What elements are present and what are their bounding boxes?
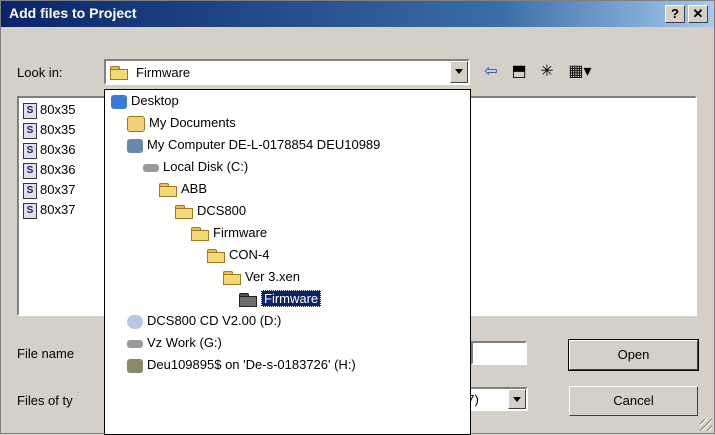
title-bar: Add files to Project ? ✕	[1, 1, 714, 27]
files-of-type-label: Files of ty	[17, 393, 73, 408]
file-name-field[interactable]	[471, 341, 527, 365]
resize-grip[interactable]	[700, 419, 712, 431]
chevron-down-icon[interactable]	[450, 61, 468, 83]
disk-icon	[143, 163, 159, 172]
file-icon: S	[23, 102, 37, 119]
file-icon: S	[23, 142, 37, 159]
list-item[interactable]: S 80x35	[23, 122, 75, 142]
cd-drive-icon	[127, 314, 143, 329]
disk-icon	[127, 339, 143, 348]
look-in-value: Firmware	[136, 65, 191, 80]
desktop-icon	[111, 94, 127, 109]
up-folder-icon[interactable]: ⬒	[507, 61, 531, 83]
file-icon: S	[23, 182, 37, 199]
dropdown-item-con-4[interactable]: CON-4	[207, 244, 269, 266]
close-button[interactable]: ✕	[688, 5, 708, 23]
look-in-dropdown[interactable]: Desktop My Documents My Computer DE-L-01…	[104, 89, 471, 435]
window-title: Add files to Project	[9, 5, 137, 21]
file-name-label: File name	[17, 346, 75, 361]
look-in-label: Look in:	[17, 65, 63, 80]
file-icon: S	[23, 122, 37, 139]
open-folder-icon	[239, 293, 257, 308]
chevron-down-icon[interactable]	[508, 389, 526, 409]
network-drive-icon	[127, 358, 143, 373]
help-button[interactable]: ?	[665, 5, 685, 23]
folder-icon	[223, 271, 241, 286]
dropdown-item-abb[interactable]: ABB	[159, 178, 207, 200]
cancel-button[interactable]: Cancel	[569, 386, 698, 416]
dropdown-item-my-computer[interactable]: My Computer DE-L-0178854 DEU10989	[127, 134, 380, 156]
list-item[interactable]: S 80x35	[23, 102, 75, 122]
add-files-dialog: Add files to Project ? ✕ Look in: Firmwa…	[0, 0, 715, 435]
file-icon: S	[23, 162, 37, 179]
dropdown-item-cd-drive[interactable]: DCS800 CD V2.00 (D:)	[127, 310, 281, 332]
back-arrow-icon[interactable]: ⇦	[479, 61, 503, 83]
dropdown-item-vz-work[interactable]: Vz Work (G:)	[127, 332, 222, 354]
folder-icon	[159, 183, 177, 198]
look-in-combo[interactable]: Firmware	[104, 59, 470, 85]
new-folder-icon[interactable]: ✳	[535, 61, 559, 83]
dropdown-item-dcs800[interactable]: DCS800	[175, 200, 246, 222]
list-item[interactable]: S 80x37	[23, 182, 75, 202]
folder-icon	[191, 227, 209, 242]
dropdown-item-desktop[interactable]: Desktop	[111, 90, 179, 112]
view-menu-icon[interactable]: ▦▾	[563, 61, 597, 83]
open-button[interactable]: Open	[568, 339, 699, 371]
documents-icon	[127, 115, 145, 132]
dropdown-item-firmware-selected[interactable]: Firmware	[239, 288, 322, 310]
file-icon: S	[23, 202, 37, 219]
dropdown-item-network-drive[interactable]: Deu109895$ on 'De-s-0183726' (H:)	[127, 354, 356, 376]
folder-icon	[175, 205, 193, 220]
folder-icon	[207, 249, 225, 264]
list-item[interactable]: S 80x36	[23, 142, 75, 162]
list-item[interactable]: S 80x37	[23, 202, 75, 222]
dropdown-item-local-disk[interactable]: Local Disk (C:)	[143, 156, 248, 178]
look-in-folder-icon	[110, 64, 132, 81]
list-item[interactable]: S 80x36	[23, 162, 75, 182]
dropdown-item-my-documents[interactable]: My Documents	[127, 112, 236, 134]
dropdown-item-ver-3-xen[interactable]: Ver 3.xen	[223, 266, 300, 288]
dropdown-item-firmware[interactable]: Firmware	[191, 222, 267, 244]
computer-icon	[127, 138, 143, 153]
